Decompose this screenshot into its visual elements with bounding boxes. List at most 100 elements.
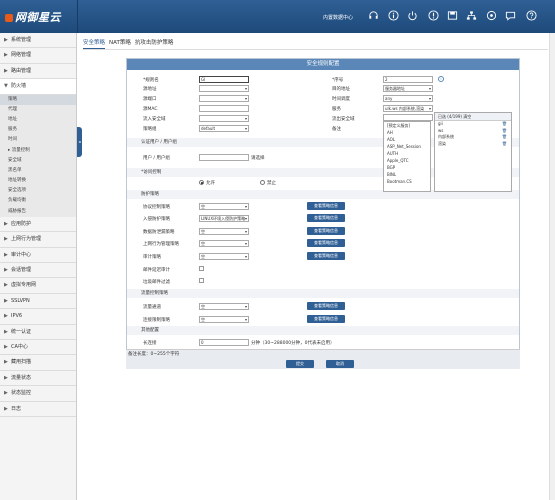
- view-conn-limit-button[interactable]: 查看策略信息: [307, 315, 345, 323]
- mail-audit-checkbox[interactable]: [199, 266, 204, 271]
- submit-button[interactable]: 提交: [286, 360, 314, 368]
- delete-icon[interactable]: 🗑: [502, 141, 507, 148]
- src-addr-select[interactable]: [199, 85, 249, 92]
- rule-name-input[interactable]: GI: [199, 76, 249, 83]
- deny-radio[interactable]: [260, 180, 265, 185]
- list-item[interactable]: AUTH: [384, 150, 430, 157]
- list-item[interactable]: BGP: [384, 164, 430, 171]
- seq-input[interactable]: 2: [383, 76, 433, 83]
- info-icon[interactable]: [388, 10, 399, 21]
- sidebar-sub-service[interactable]: 服务: [0, 125, 76, 136]
- user-label[interactable]: 内置数据中心: [323, 14, 353, 21]
- warning-icon[interactable]: [428, 10, 439, 21]
- sidebar-item-monitor[interactable]: ▶ 状态监控: [0, 386, 76, 402]
- view-audit-policy-button[interactable]: 查看策略信息: [307, 252, 345, 260]
- sidebar-sub-nat[interactable]: 地址转换: [0, 176, 76, 187]
- selected-item-label: ws: [438, 127, 444, 133]
- tab-security-policy[interactable]: 安全策略: [83, 38, 106, 49]
- policy-group-select[interactable]: default: [199, 125, 249, 132]
- sidebar-item-sslvpn[interactable]: ▶ SSLVPN: [0, 294, 76, 310]
- info-icon[interactable]: i: [438, 76, 444, 82]
- network-icon[interactable]: [466, 10, 477, 21]
- view-flow-channel-button[interactable]: 查看策略信息: [307, 302, 345, 310]
- ips-policy-select[interactable]: LINUX环境入侵防护策略: [199, 215, 249, 222]
- view-behavior-policy-button[interactable]: 查看策略信息: [307, 239, 345, 247]
- dlp-policy-select[interactable]: 空: [199, 228, 249, 235]
- sidebar-sub-proxy[interactable]: 代理: [0, 104, 76, 115]
- sidebar-sub-loadbalance[interactable]: 负载均衡: [0, 196, 76, 207]
- sidebar-sub-threat[interactable]: 威胁报告: [0, 206, 76, 217]
- sidebar-item-firewall[interactable]: ▼ 防火墙: [0, 79, 76, 95]
- flow-channel-select[interactable]: 空: [199, 303, 249, 310]
- list-item[interactable]: AOL: [384, 136, 430, 143]
- page-scrollbar[interactable]: [549, 33, 555, 500]
- conn-limit-select[interactable]: 空: [199, 316, 249, 323]
- list-item[interactable]: Apple_QTC: [384, 157, 430, 164]
- sidebar-item-auth[interactable]: ▶ 统一认证: [0, 325, 76, 340]
- settings-icon[interactable]: [486, 10, 497, 21]
- list-item[interactable]: AH: [384, 129, 430, 136]
- view-dlp-policy-button[interactable]: 查看策略信息: [307, 227, 345, 235]
- save-icon[interactable]: [447, 10, 458, 21]
- sidebar-item-ipv6[interactable]: ▶ IPV6: [0, 309, 76, 325]
- sidebar-item-app-protect[interactable]: ▶ 应用防护: [0, 217, 76, 233]
- selected-item: 渲染 🗑: [435, 141, 511, 148]
- junk-filter-checkbox[interactable]: [199, 278, 204, 283]
- chat-icon[interactable]: [505, 10, 516, 21]
- sidebar-sub-policy[interactable]: 策略: [0, 94, 76, 105]
- sidebar-sub-address[interactable]: 地址: [0, 114, 76, 126]
- sidebar-item-label: 路由管理: [11, 67, 32, 74]
- sidebar-item-traffic[interactable]: ▶ 流量状态: [0, 371, 76, 387]
- sidebar-sub-label: 流量控制: [11, 147, 30, 153]
- help-icon[interactable]: [526, 10, 537, 21]
- tab-anti-attack-policy[interactable]: 抗攻击防护策略: [135, 38, 174, 48]
- inflow-zone-select[interactable]: [199, 115, 249, 122]
- chevron-right-icon: ▶: [4, 328, 8, 335]
- sidebar-item-network[interactable]: ▶ 网络管理: [0, 48, 76, 64]
- collapse-sidebar-handle[interactable]: ◂: [77, 127, 82, 157]
- sidebar-sub-blacklist[interactable]: 黑名单: [0, 165, 76, 177]
- audit-policy-select[interactable]: 空: [199, 253, 249, 260]
- list-item[interactable]: ASP_Net_Session: [384, 143, 430, 150]
- sidebar-item-session[interactable]: ▶ 会话管理: [0, 263, 76, 279]
- list-item[interactable]: BINL: [384, 171, 430, 178]
- time-select[interactable]: any: [383, 95, 433, 102]
- sidebar-item-vpn[interactable]: ▶ 虚拟专用网: [0, 278, 76, 294]
- protocol-policy-select[interactable]: 空: [199, 203, 249, 210]
- sidebar-item-system[interactable]: ▶ 系统管理: [0, 33, 76, 49]
- view-ips-policy-button[interactable]: 查看策略信息: [307, 214, 345, 222]
- chevron-right-icon: ▶: [4, 405, 8, 412]
- long-conn-input[interactable]: 0: [199, 339, 249, 346]
- time-label: 时间调度: [332, 97, 350, 102]
- sidebar-item-routing[interactable]: ▶ 路由管理: [0, 64, 76, 80]
- sidebar-sub-zone[interactable]: 安全域: [0, 155, 76, 166]
- power-icon[interactable]: [407, 10, 418, 21]
- service-select[interactable]: ulk.ws 内部系统,渲染: [383, 105, 433, 112]
- sidebar-item-scan[interactable]: ▶ 藏用扫描: [0, 355, 76, 371]
- sidebar-item-label: 应用防护: [11, 220, 32, 227]
- auth-select-link[interactable]: 请选择: [251, 155, 265, 161]
- sidebar-item-log[interactable]: ▶ 日志: [0, 402, 76, 417]
- src-mac-input[interactable]: [199, 105, 249, 112]
- auth-user-input[interactable]: [199, 154, 249, 161]
- view-protocol-policy-button[interactable]: 查看策略信息: [307, 202, 345, 210]
- sidebar-item-audit[interactable]: ▶ 审计中心: [0, 248, 76, 263]
- sidebar-sub-options[interactable]: 安全选项: [0, 186, 76, 197]
- sidebar-sub-time[interactable]: 时间: [0, 135, 76, 146]
- service-list[interactable]: [预定义服务] AH AOL ASP_Net_Session AUTH Appl…: [383, 121, 431, 192]
- list-item[interactable]: [预定义服务]: [384, 122, 430, 129]
- sidebar-item-behavior[interactable]: ▶ 上网行为管理: [0, 232, 76, 248]
- list-item[interactable]: Bootman.CS: [384, 178, 430, 185]
- headset-icon[interactable]: [368, 10, 379, 21]
- tab-nat-policy[interactable]: NAT策略: [109, 38, 131, 48]
- dst-addr-select[interactable]: 服务器地址: [383, 85, 433, 92]
- selected-header[interactable]: 已选 (4/199) 清空: [435, 113, 511, 121]
- sidebar-sub-flow[interactable]: ▸ 流量控制: [0, 145, 76, 156]
- cancel-button[interactable]: 取消: [326, 360, 354, 368]
- service-search-input[interactable]: [383, 114, 433, 121]
- behavior-policy-select[interactable]: 空: [199, 240, 249, 247]
- allow-radio[interactable]: [199, 180, 204, 185]
- long-conn-label: 长连接: [143, 341, 157, 346]
- sidebar-item-ca[interactable]: ▶ CA中心: [0, 340, 76, 356]
- src-port-select[interactable]: [199, 95, 249, 102]
